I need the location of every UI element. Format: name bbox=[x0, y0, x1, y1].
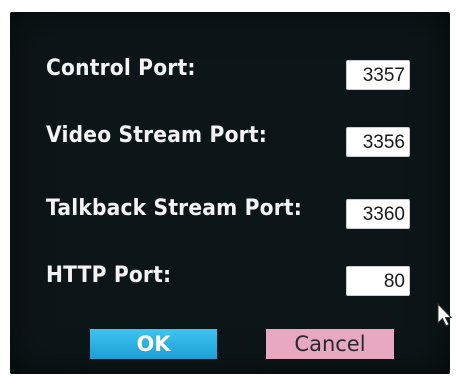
cancel-button[interactable]: Cancel bbox=[266, 329, 394, 359]
video-stream-port-field[interactable]: 3356 bbox=[346, 127, 410, 157]
mouse-pointer-icon bbox=[437, 303, 453, 327]
http-port-label: HTTP Port: bbox=[46, 263, 172, 288]
video-stream-port-label: Video Stream Port: bbox=[46, 123, 267, 148]
control-port-label: Control Port: bbox=[46, 56, 196, 81]
talkback-stream-port-label: Talkback Stream Port: bbox=[46, 196, 303, 221]
port-settings-dialog: Control Port: 3357 Video Stream Port: 33… bbox=[10, 12, 450, 374]
ok-button[interactable]: OK bbox=[90, 329, 217, 359]
http-port-field[interactable]: 80 bbox=[346, 266, 410, 296]
control-port-field[interactable]: 3357 bbox=[346, 60, 410, 90]
talkback-stream-port-field[interactable]: 3360 bbox=[346, 199, 410, 229]
